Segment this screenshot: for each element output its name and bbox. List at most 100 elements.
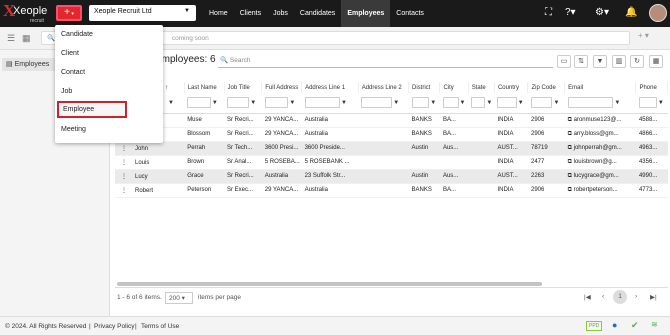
row-menu-icon[interactable]: ⋮: [121, 160, 127, 166]
dropdown-item-candidate[interactable]: Candidate: [61, 31, 93, 38]
filter-icon[interactable]: ▼: [518, 100, 524, 106]
horizontal-scrollbar[interactable]: [117, 282, 542, 286]
filter-icon[interactable]: ▼: [553, 100, 559, 106]
separator: |: [89, 323, 91, 330]
refresh-icon[interactable]: ↻: [630, 55, 644, 68]
folder-icon[interactable]: ▭: [557, 55, 571, 68]
job-value: Sr Recri...: [227, 131, 254, 137]
dropdown-item-job[interactable]: Job: [61, 88, 72, 95]
dropdown-item-employee[interactable]: Employee: [57, 101, 127, 118]
list-view-icon[interactable]: ☰: [7, 33, 15, 44]
filter-icon[interactable]: ▼: [289, 100, 295, 106]
user-circle-icon[interactable]: ●: [612, 320, 617, 330]
last-value: Blossom: [187, 131, 211, 137]
filter-input[interactable]: [361, 97, 393, 109]
row-menu-icon[interactable]: ⋮: [121, 174, 127, 180]
filter-icon[interactable]: ▼: [658, 100, 664, 106]
page-size-select[interactable]: 200 ▾: [165, 292, 193, 304]
filter-input[interactable]: [304, 97, 340, 109]
col-header[interactable]: Job Title: [224, 82, 263, 93]
row-menu-icon[interactable]: ⋮: [121, 146, 127, 152]
nav-home[interactable]: Home: [203, 0, 234, 27]
filter-input[interactable]: [264, 97, 289, 109]
col-header[interactable]: Phone: [635, 82, 668, 93]
filter-input[interactable]: [497, 97, 517, 109]
filter-input[interactable]: [227, 97, 250, 109]
filter-icon[interactable]: ▼: [460, 100, 466, 106]
col-header[interactable]: Full Address: [261, 82, 303, 93]
next-page-icon[interactable]: ›: [635, 293, 637, 300]
filter-icon[interactable]: ▼: [486, 100, 492, 106]
col-header[interactable]: Zip Code: [527, 82, 566, 93]
col-header[interactable]: City: [439, 82, 469, 93]
col-header[interactable]: Address Line 1: [301, 82, 359, 93]
first-page-icon[interactable]: |◀: [584, 293, 591, 301]
sort-icon[interactable]: ⇅: [574, 55, 588, 68]
settings-gear-icon[interactable]: ⚙▾: [595, 7, 609, 18]
nav-employees[interactable]: Employees: [341, 0, 391, 27]
grid-icon[interactable]: ▦: [649, 55, 663, 68]
prev-page-icon[interactable]: ‹: [602, 293, 604, 300]
row-menu-icon[interactable]: ⋮: [121, 188, 127, 194]
filter-icon[interactable]: ▼: [593, 55, 607, 68]
check-circle-icon[interactable]: ✔: [631, 320, 639, 331]
filter-icon[interactable]: ▼: [341, 100, 347, 106]
sort-asc-icon: ↑: [163, 84, 169, 91]
full-cell: 29 YANCA...: [261, 127, 302, 142]
brand-logo[interactable]: X Xeople recruit: [3, 1, 49, 24]
col-header[interactable]: Country: [494, 82, 529, 93]
table-row[interactable]: ⋮MuseSr Recri...29 YANCA...AustraliaBANK…: [115, 113, 668, 128]
sidebar-item-employees[interactable]: ▤ Employees: [2, 58, 56, 71]
ppd-badge[interactable]: PPD: [586, 321, 603, 331]
dropdown-item-meeting[interactable]: Meeting: [61, 126, 86, 133]
add-new-button[interactable]: + ▾: [56, 5, 82, 21]
filter-icon[interactable]: ▼: [168, 100, 174, 106]
col-header[interactable]: Email: [564, 82, 637, 93]
nav-jobs[interactable]: Jobs: [267, 0, 294, 27]
help-icon[interactable]: ?▾: [565, 7, 576, 18]
nav-candidates[interactable]: Candidates: [294, 0, 341, 27]
col-header[interactable]: Address Line 2: [358, 82, 410, 93]
page-title: Employees: 6: [155, 54, 216, 65]
filter-input[interactable]: [442, 97, 459, 109]
filter-input[interactable]: [471, 97, 486, 109]
employee-search-input[interactable]: 🔍 Search: [218, 54, 553, 68]
notification-bell-icon[interactable]: 🔔: [625, 7, 637, 18]
table-row[interactable]: ⋮ Lucy Grace Sr Recri... Australia 23 Suffolk…: [115, 169, 668, 184]
filter-input[interactable]: [638, 97, 657, 109]
table-row[interactable]: ⋮ Robert Peterson Sr Exec... 29 YANCA... Aust…: [115, 183, 668, 198]
filter-input[interactable]: [187, 97, 211, 109]
filter-input[interactable]: [411, 97, 430, 109]
grid-view-icon[interactable]: ▦: [22, 33, 31, 44]
filter-icon[interactable]: ▼: [614, 100, 620, 106]
table-row[interactable]: ⋮ John Perrah Sr Tech... 3600 Presi... 3600 P…: [115, 141, 668, 156]
table-row[interactable]: ⋮ Louis Brown Sr Anal... 5 ROSEBA... 5 ROSEBA…: [115, 155, 668, 170]
nav-contacts[interactable]: Contacts: [390, 0, 430, 27]
dropdown-item-contact[interactable]: Contact: [61, 69, 85, 76]
user-avatar[interactable]: [649, 4, 667, 22]
last-page-icon[interactable]: ▶|: [650, 293, 657, 301]
email-value: louisbrown@g...: [573, 158, 617, 165]
col-header[interactable]: State: [468, 82, 495, 93]
filter-input[interactable]: [567, 97, 614, 109]
quick-add-icon[interactable]: + ▾: [638, 31, 649, 40]
country-value: INDIA: [497, 187, 514, 193]
col-header[interactable]: Last Name: [184, 82, 225, 93]
filter-icon[interactable]: ▼: [212, 100, 218, 106]
table-row[interactable]: ⋮BlossomSr Recri...29 YANCA...AustraliaB…: [115, 127, 668, 142]
privacy-link[interactable]: Privacy Policy: [94, 323, 134, 330]
col-header[interactable]: District: [408, 82, 441, 93]
filter-input[interactable]: [530, 97, 553, 109]
company-select[interactable]: Xeople Recruit Ltd ▼: [89, 5, 196, 21]
fullscreen-icon[interactable]: ⛶: [545, 7, 552, 18]
current-page[interactable]: 1: [613, 290, 627, 304]
dropdown-item-client[interactable]: Client: [61, 50, 79, 57]
email-cell: ⧉ johnperrah@gm...: [564, 141, 636, 156]
filter-icon[interactable]: ▼: [250, 100, 256, 106]
filter-icon[interactable]: ▼: [430, 100, 436, 106]
columns-icon[interactable]: ▥: [612, 55, 626, 68]
terms-link[interactable]: Terms of Use: [141, 323, 179, 330]
city-value: BA...: [442, 187, 456, 193]
filter-icon[interactable]: ▼: [393, 100, 399, 106]
nav-clients[interactable]: Clients: [234, 0, 267, 27]
